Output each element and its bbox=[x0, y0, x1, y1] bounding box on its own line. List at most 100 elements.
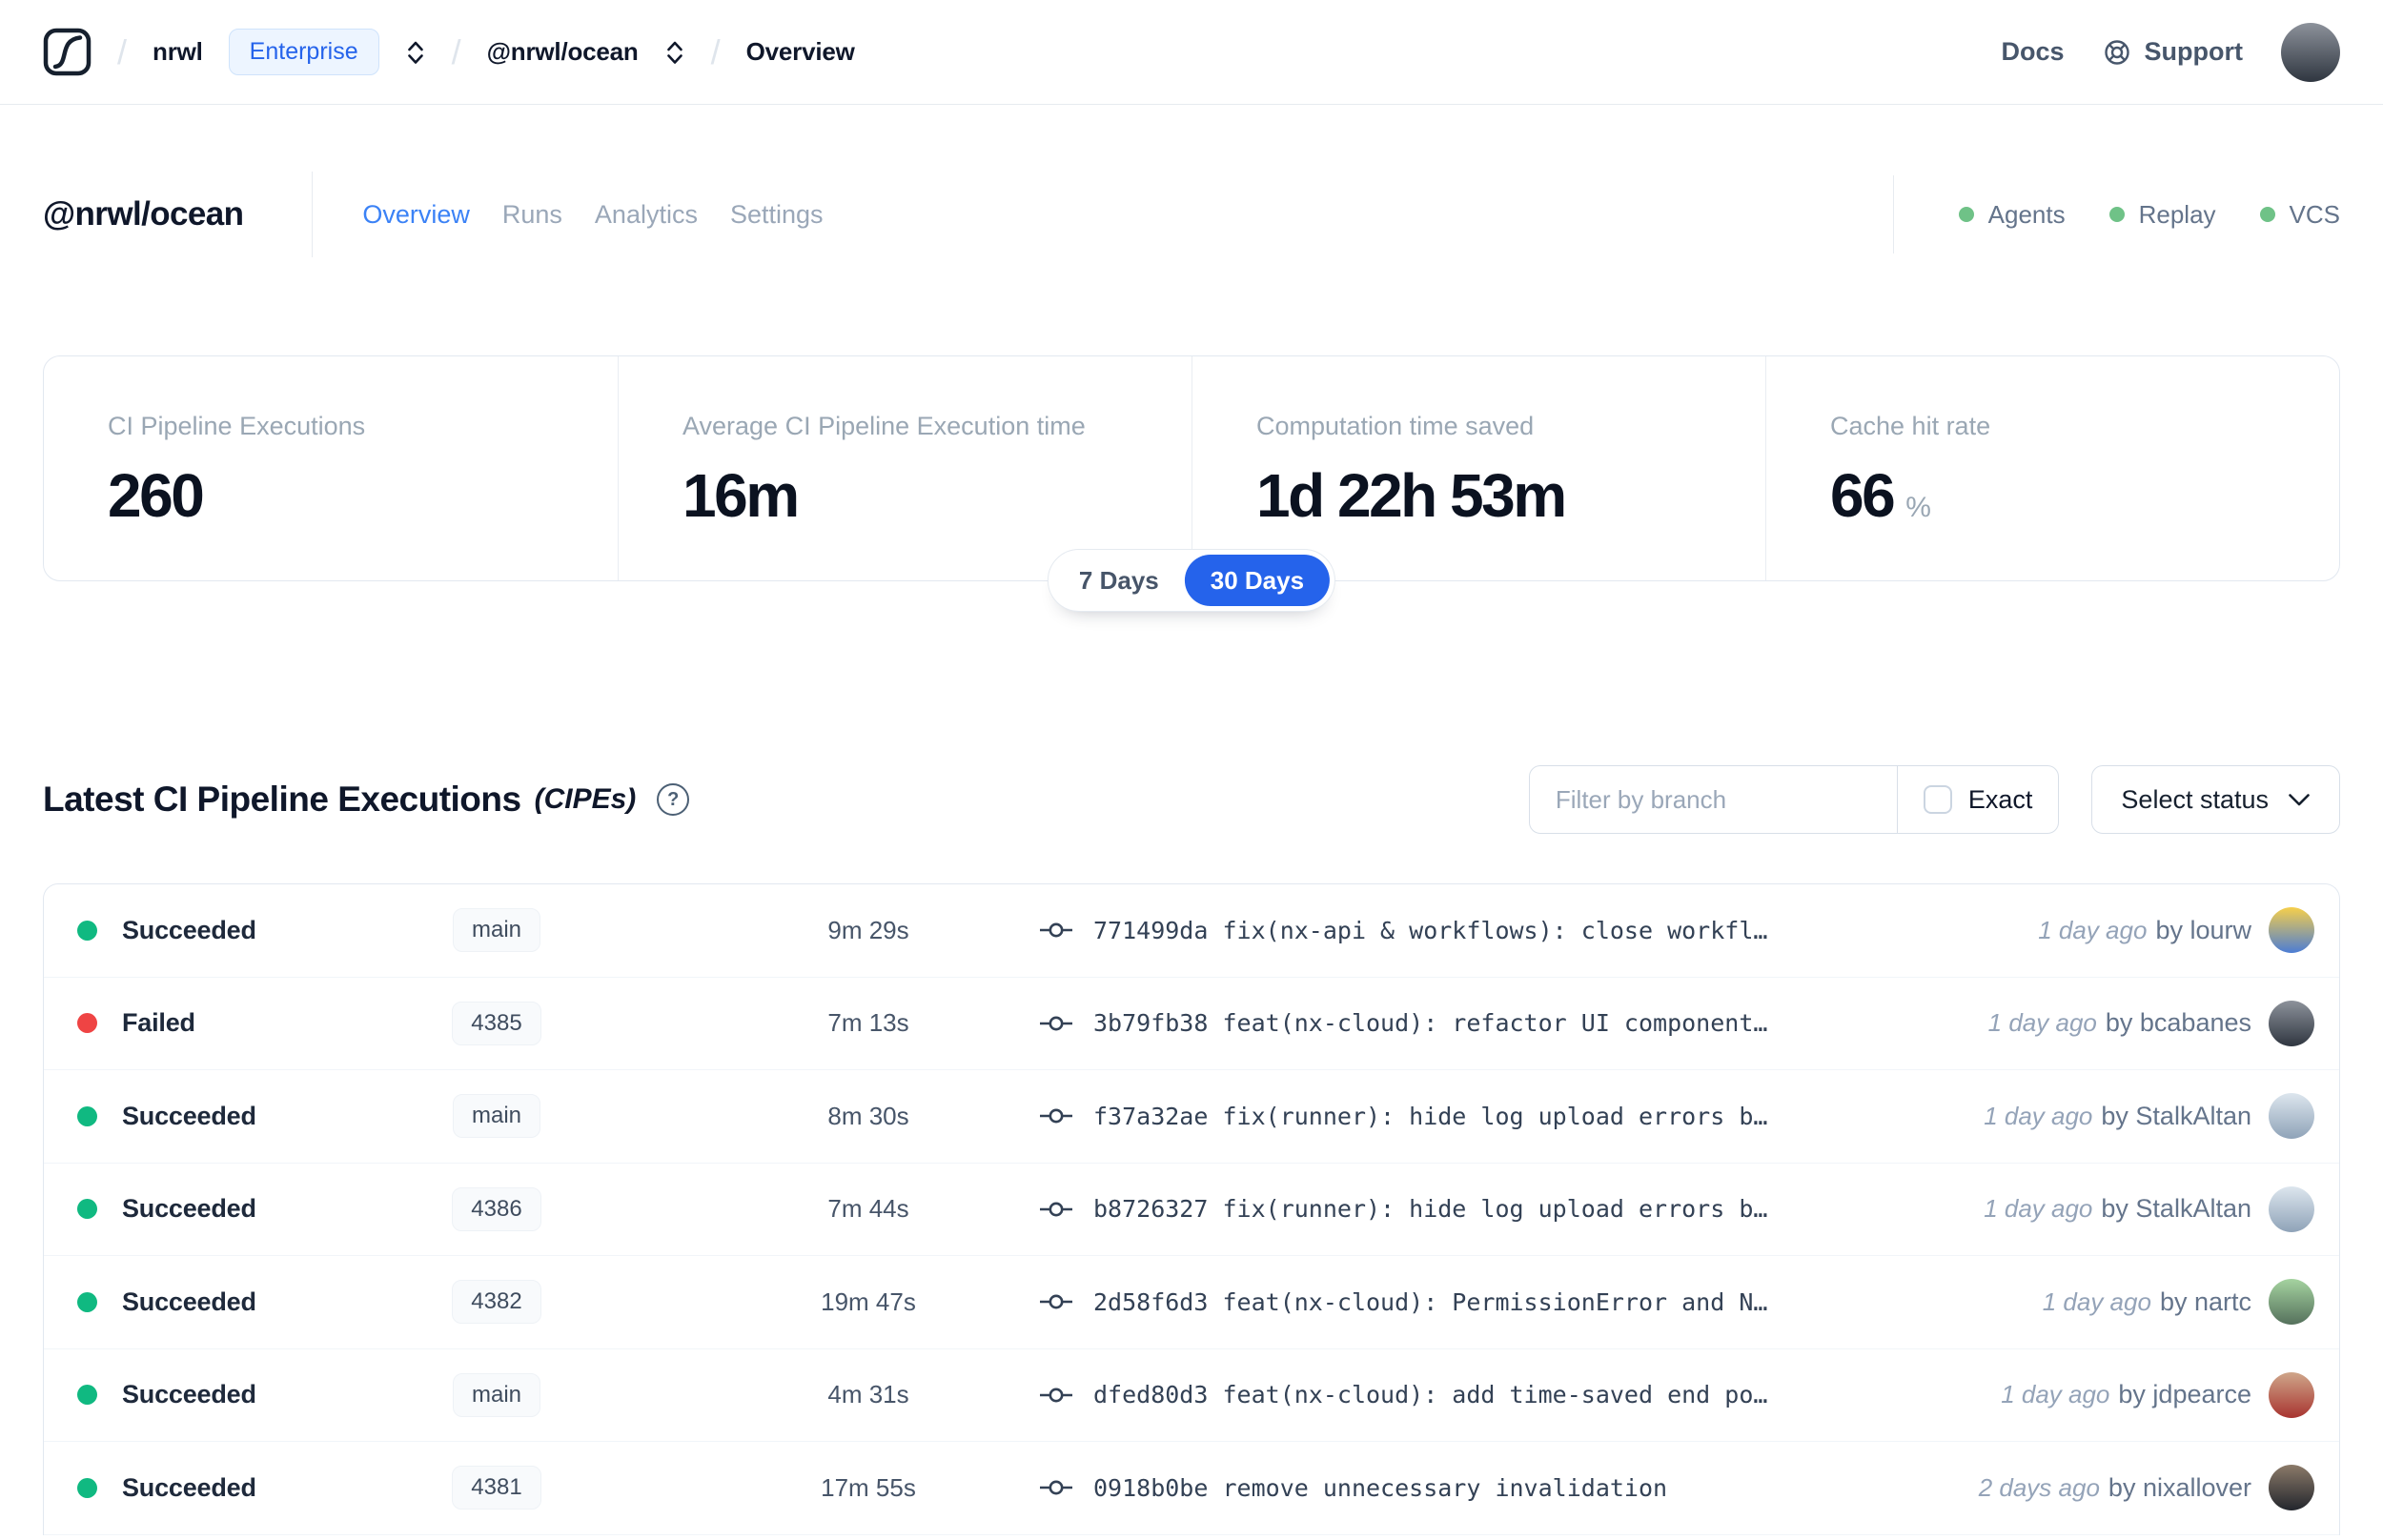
meta-cell: 1 day ago by lourw bbox=[2009, 907, 2314, 954]
stats-cards: CI Pipeline Executions 260 Average CI Pi… bbox=[43, 355, 2340, 612]
commit-text: 771499da fix(nx-api & workflows): close … bbox=[1093, 917, 1767, 944]
commit-hash: 3b79fb38 bbox=[1093, 1009, 1209, 1038]
tab-overview[interactable]: Overview bbox=[362, 200, 470, 230]
commit-message: feat(nx-cloud): PermissionError and N… bbox=[1222, 1287, 1768, 1316]
cipe-filters: Exact Select status bbox=[1528, 765, 2340, 834]
duration-cell: 7m 44s bbox=[827, 1194, 909, 1224]
commit-text: 3b79fb38 feat(nx-cloud): refactor UI com… bbox=[1093, 1009, 1767, 1037]
branch-badge: main bbox=[452, 1372, 541, 1417]
breadcrumb-separator: / bbox=[117, 31, 128, 71]
section-title: Latest CI Pipeline Executions bbox=[43, 780, 521, 819]
commit-cell: b8726327 fix(runner): hide log upload er… bbox=[1040, 1195, 1955, 1223]
status-agents[interactable]: Agents bbox=[1958, 199, 2066, 230]
commit-text: dfed80d3 feat(nx-cloud): add time-saved … bbox=[1093, 1381, 1767, 1408]
lifebuoy-icon bbox=[2104, 39, 2129, 65]
cipe-row[interactable]: Succeeded main 4m 31s dfed80d3 feat(nx-c… bbox=[44, 1349, 2339, 1442]
cipe-row[interactable]: Succeeded main 9m 29s 771499da fix(nx-ap… bbox=[44, 884, 2339, 978]
branch-filter-input[interactable] bbox=[1529, 766, 1897, 833]
tab-runs[interactable]: Runs bbox=[502, 200, 562, 230]
author-avatar bbox=[2269, 1000, 2314, 1046]
time-ago: 1 day ago bbox=[2001, 1380, 2110, 1409]
breadcrumb-workspace[interactable]: @nrwl/ocean bbox=[487, 37, 639, 67]
status-dot-icon bbox=[77, 1477, 97, 1498]
branch-cell: 4385 bbox=[435, 1001, 559, 1045]
commit-message: fix(nx-api & workflows): close workfl… bbox=[1222, 916, 1768, 944]
branch-filter-group: Exact bbox=[1528, 765, 2060, 834]
status-cell: Succeeded bbox=[77, 1473, 435, 1503]
online-dot-icon bbox=[2259, 207, 2275, 222]
stat-card-avg-time: Average CI Pipeline Execution time 16m bbox=[618, 356, 1192, 580]
breadcrumb-org[interactable]: nrwl bbox=[153, 37, 203, 67]
status-replay[interactable]: Replay bbox=[2108, 199, 2216, 230]
top-navbar: / nrwl Enterprise / @nrwl/ocean / Overvi… bbox=[0, 0, 2383, 105]
status-label: Failed bbox=[122, 1008, 195, 1038]
stat-card-time-saved: Computation time saved 1d 22h 53m bbox=[1192, 356, 1765, 580]
git-commit-icon bbox=[1040, 1016, 1072, 1031]
status-label: Succeeded bbox=[122, 915, 256, 944]
meta-cell: 1 day ago by bcabanes bbox=[1960, 1000, 2314, 1046]
status-select-label: Select status bbox=[2121, 784, 2269, 814]
time-range-30-days[interactable]: 30 Days bbox=[1184, 555, 1331, 606]
org-switcher-chevron-icon[interactable] bbox=[405, 37, 426, 68]
status-cell: Succeeded bbox=[77, 1194, 435, 1224]
commit-hash: 771499da bbox=[1093, 916, 1209, 944]
status-dot-icon bbox=[77, 1105, 97, 1126]
stat-card-cache-hit-rate: Cache hit rate 66 % bbox=[1765, 356, 2339, 580]
commit-hash: 0918b0be bbox=[1093, 1473, 1209, 1502]
status-select-button[interactable]: Select status bbox=[2091, 765, 2340, 834]
status-vcs-label: VCS bbox=[2289, 199, 2340, 229]
commit-message: fix(runner): hide log upload errors b… bbox=[1222, 1102, 1768, 1130]
time-range-toggle: 7 Days 30 Days bbox=[1047, 549, 1336, 612]
cipe-row[interactable]: Succeeded 4382 19m 47s 2d58f6d3 feat(nx-… bbox=[44, 1256, 2339, 1349]
author-avatar bbox=[2269, 1185, 2314, 1232]
git-commit-icon bbox=[1040, 922, 1072, 938]
docs-link[interactable]: Docs bbox=[2001, 37, 2064, 67]
status-label: Succeeded bbox=[122, 1380, 256, 1409]
stat-label: Computation time saved bbox=[1256, 412, 1535, 440]
status-cell: Failed bbox=[77, 1008, 435, 1038]
cipe-row[interactable]: Succeeded 4386 7m 44s b8726327 fix(runne… bbox=[44, 1164, 2339, 1256]
branch-cell: 4386 bbox=[435, 1186, 559, 1231]
status-cell: Succeeded bbox=[77, 916, 435, 945]
tab-analytics[interactable]: Analytics bbox=[595, 200, 698, 230]
status-cell: Succeeded bbox=[77, 1287, 435, 1317]
cipe-row[interactable]: Failed 4385 7m 13s 3b79fb38 feat(nx-clou… bbox=[44, 978, 2339, 1070]
workspace-switcher-chevron-icon[interactable] bbox=[664, 37, 685, 68]
status-dot-icon bbox=[77, 1385, 97, 1406]
status-label: Succeeded bbox=[122, 1472, 256, 1502]
section-subtitle: (CIPEs) bbox=[534, 783, 637, 815]
breadcrumb-separator: / bbox=[710, 31, 721, 71]
status-vcs[interactable]: VCS bbox=[2259, 199, 2340, 230]
stat-label: CI Pipeline Executions bbox=[108, 412, 366, 440]
tab-settings[interactable]: Settings bbox=[730, 200, 824, 230]
help-icon[interactable]: ? bbox=[657, 783, 690, 816]
cipe-table: Succeeded main 9m 29s 771499da fix(nx-ap… bbox=[43, 883, 2340, 1535]
cipe-row[interactable]: Succeeded main 8m 30s f37a32ae fix(runne… bbox=[44, 1070, 2339, 1164]
git-commit-icon bbox=[1040, 1388, 1072, 1403]
page-title: @nrwl/ocean bbox=[43, 195, 244, 233]
status-label: Succeeded bbox=[122, 1194, 256, 1224]
status-agents-label: Agents bbox=[1987, 199, 2066, 229]
support-link[interactable]: Support bbox=[2103, 37, 2243, 67]
nx-cloud-logo[interactable] bbox=[43, 28, 92, 76]
duration-cell: 17m 55s bbox=[821, 1472, 916, 1502]
time-ago: 1 day ago bbox=[2038, 915, 2148, 944]
author-avatar bbox=[2269, 1279, 2314, 1326]
cipe-row[interactable]: Succeeded 4381 17m 55s 0918b0be remove u… bbox=[44, 1442, 2339, 1535]
status-dot-icon bbox=[77, 1199, 97, 1220]
author: by nartc bbox=[2159, 1287, 2251, 1316]
commit-message: feat(nx-cloud): refactor UI component… bbox=[1222, 1009, 1768, 1038]
time-range-7-days[interactable]: 7 Days bbox=[1053, 555, 1185, 606]
user-avatar[interactable] bbox=[2281, 22, 2340, 82]
status-dot-icon bbox=[77, 920, 97, 941]
stat-label: Cache hit rate bbox=[1830, 412, 1991, 440]
author: by StalkAltan bbox=[2101, 1101, 2251, 1130]
commit-hash: dfed80d3 bbox=[1093, 1381, 1209, 1409]
exact-checkbox[interactable] bbox=[1923, 785, 1952, 814]
workspace-header: @nrwl/ocean Overview Runs Analytics Sett… bbox=[0, 172, 2383, 257]
git-commit-icon bbox=[1040, 1108, 1072, 1124]
time-ago: 1 day ago bbox=[1984, 1194, 2093, 1224]
breadcrumb-separator: / bbox=[451, 31, 461, 71]
status-replay-label: Replay bbox=[2138, 199, 2216, 229]
status-dot-icon bbox=[77, 1013, 97, 1034]
